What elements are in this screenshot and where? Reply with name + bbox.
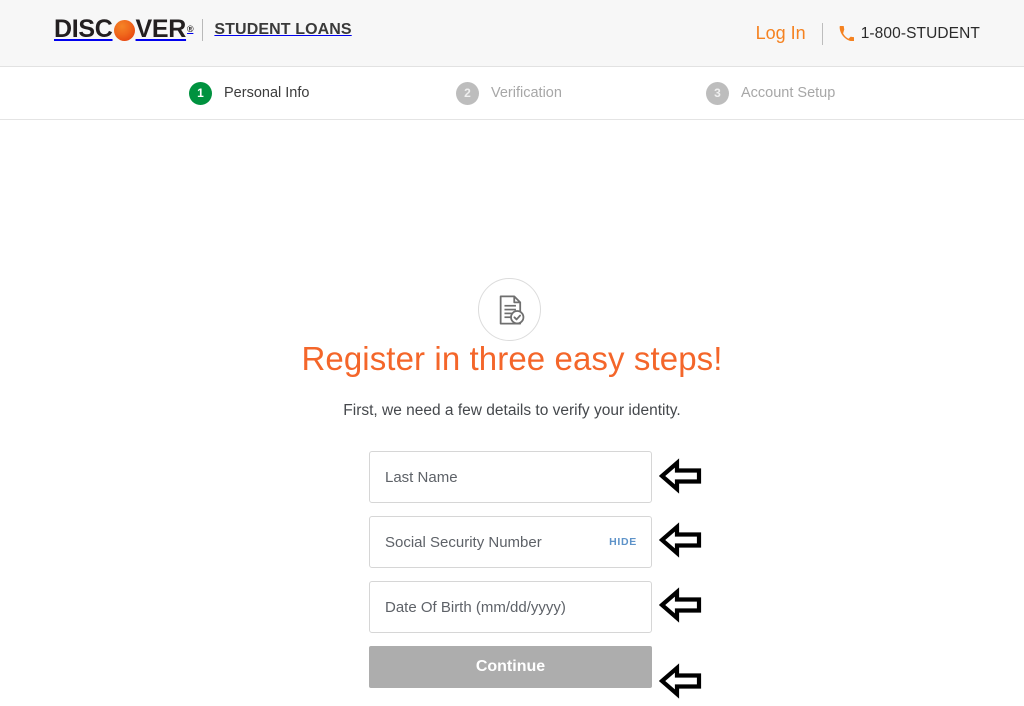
phone-handset-icon [839, 26, 854, 42]
step-label-personal-info: Personal Info [224, 85, 310, 101]
discover-orange-circle-icon [113, 20, 135, 41]
logo-text-part2: VER [135, 15, 187, 43]
annotation-arrow-date-of-birth [658, 585, 703, 625]
date-of-birth-placeholder: Date Of Birth (mm/dd/yyyy) [385, 598, 566, 616]
step-label-verification: Verification [491, 85, 562, 101]
step-badge-1: 1 [189, 81, 212, 105]
last-name-placeholder: Last Name [385, 468, 458, 486]
last-name-field[interactable]: Last Name [369, 451, 652, 503]
site-header: DISC VER ® STUDENT LOANS Log In 1-800-ST… [0, 0, 1024, 67]
step-item-verification[interactable]: 2 Verification [456, 67, 562, 119]
header-utility-nav: Log In 1-800-STUDENT [756, 0, 980, 67]
page-subtitle: First, we need a few details to verify y… [343, 402, 681, 419]
social-security-number-placeholder: Social Security Number [385, 533, 542, 551]
phone-number-link[interactable]: 1-800-STUDENT [839, 25, 980, 43]
step-label-account-setup: Account Setup [741, 85, 836, 101]
registration-form: Last Name Social Security Number HIDE Da… [369, 451, 652, 688]
registration-main-content: Register in three easy steps! First, we … [0, 120, 1024, 699]
phone-number-text: 1-800-STUDENT [860, 24, 980, 42]
log-in-link[interactable]: Log In [756, 23, 806, 44]
step-badge-2: 2 [456, 81, 479, 105]
logo-text-part1: DISC [54, 15, 113, 43]
annotation-arrow-last-name [658, 456, 703, 496]
date-of-birth-field[interactable]: Date Of Birth (mm/dd/yyyy) [369, 581, 652, 633]
annotation-arrow-continue [658, 661, 703, 701]
social-security-number-field[interactable]: Social Security Number HIDE [369, 516, 652, 568]
logo-divider [202, 18, 204, 41]
step-badge-3: 3 [706, 81, 729, 105]
header-divider [821, 22, 823, 45]
page-title: Register in three easy steps! [301, 340, 723, 377]
step-item-personal-info[interactable]: 1 Personal Info [189, 67, 309, 119]
registered-trademark-mark: ® [187, 24, 194, 34]
discover-student-loans-logo[interactable]: DISC VER ® STUDENT LOANS [54, 17, 352, 42]
step-item-account-setup[interactable]: 3 Account Setup [706, 67, 835, 119]
registration-step-indicator: 1 Personal Info 2 Verification 3 Account… [0, 67, 1024, 120]
continue-button[interactable]: Continue [369, 646, 652, 688]
annotation-arrow-ssn [658, 520, 703, 560]
document-check-icon [478, 278, 541, 341]
logo-product-name: STUDENT LOANS [214, 20, 352, 38]
ssn-hide-toggle[interactable]: HIDE [609, 536, 637, 548]
discover-wordmark: DISC VER ® [54, 15, 194, 43]
